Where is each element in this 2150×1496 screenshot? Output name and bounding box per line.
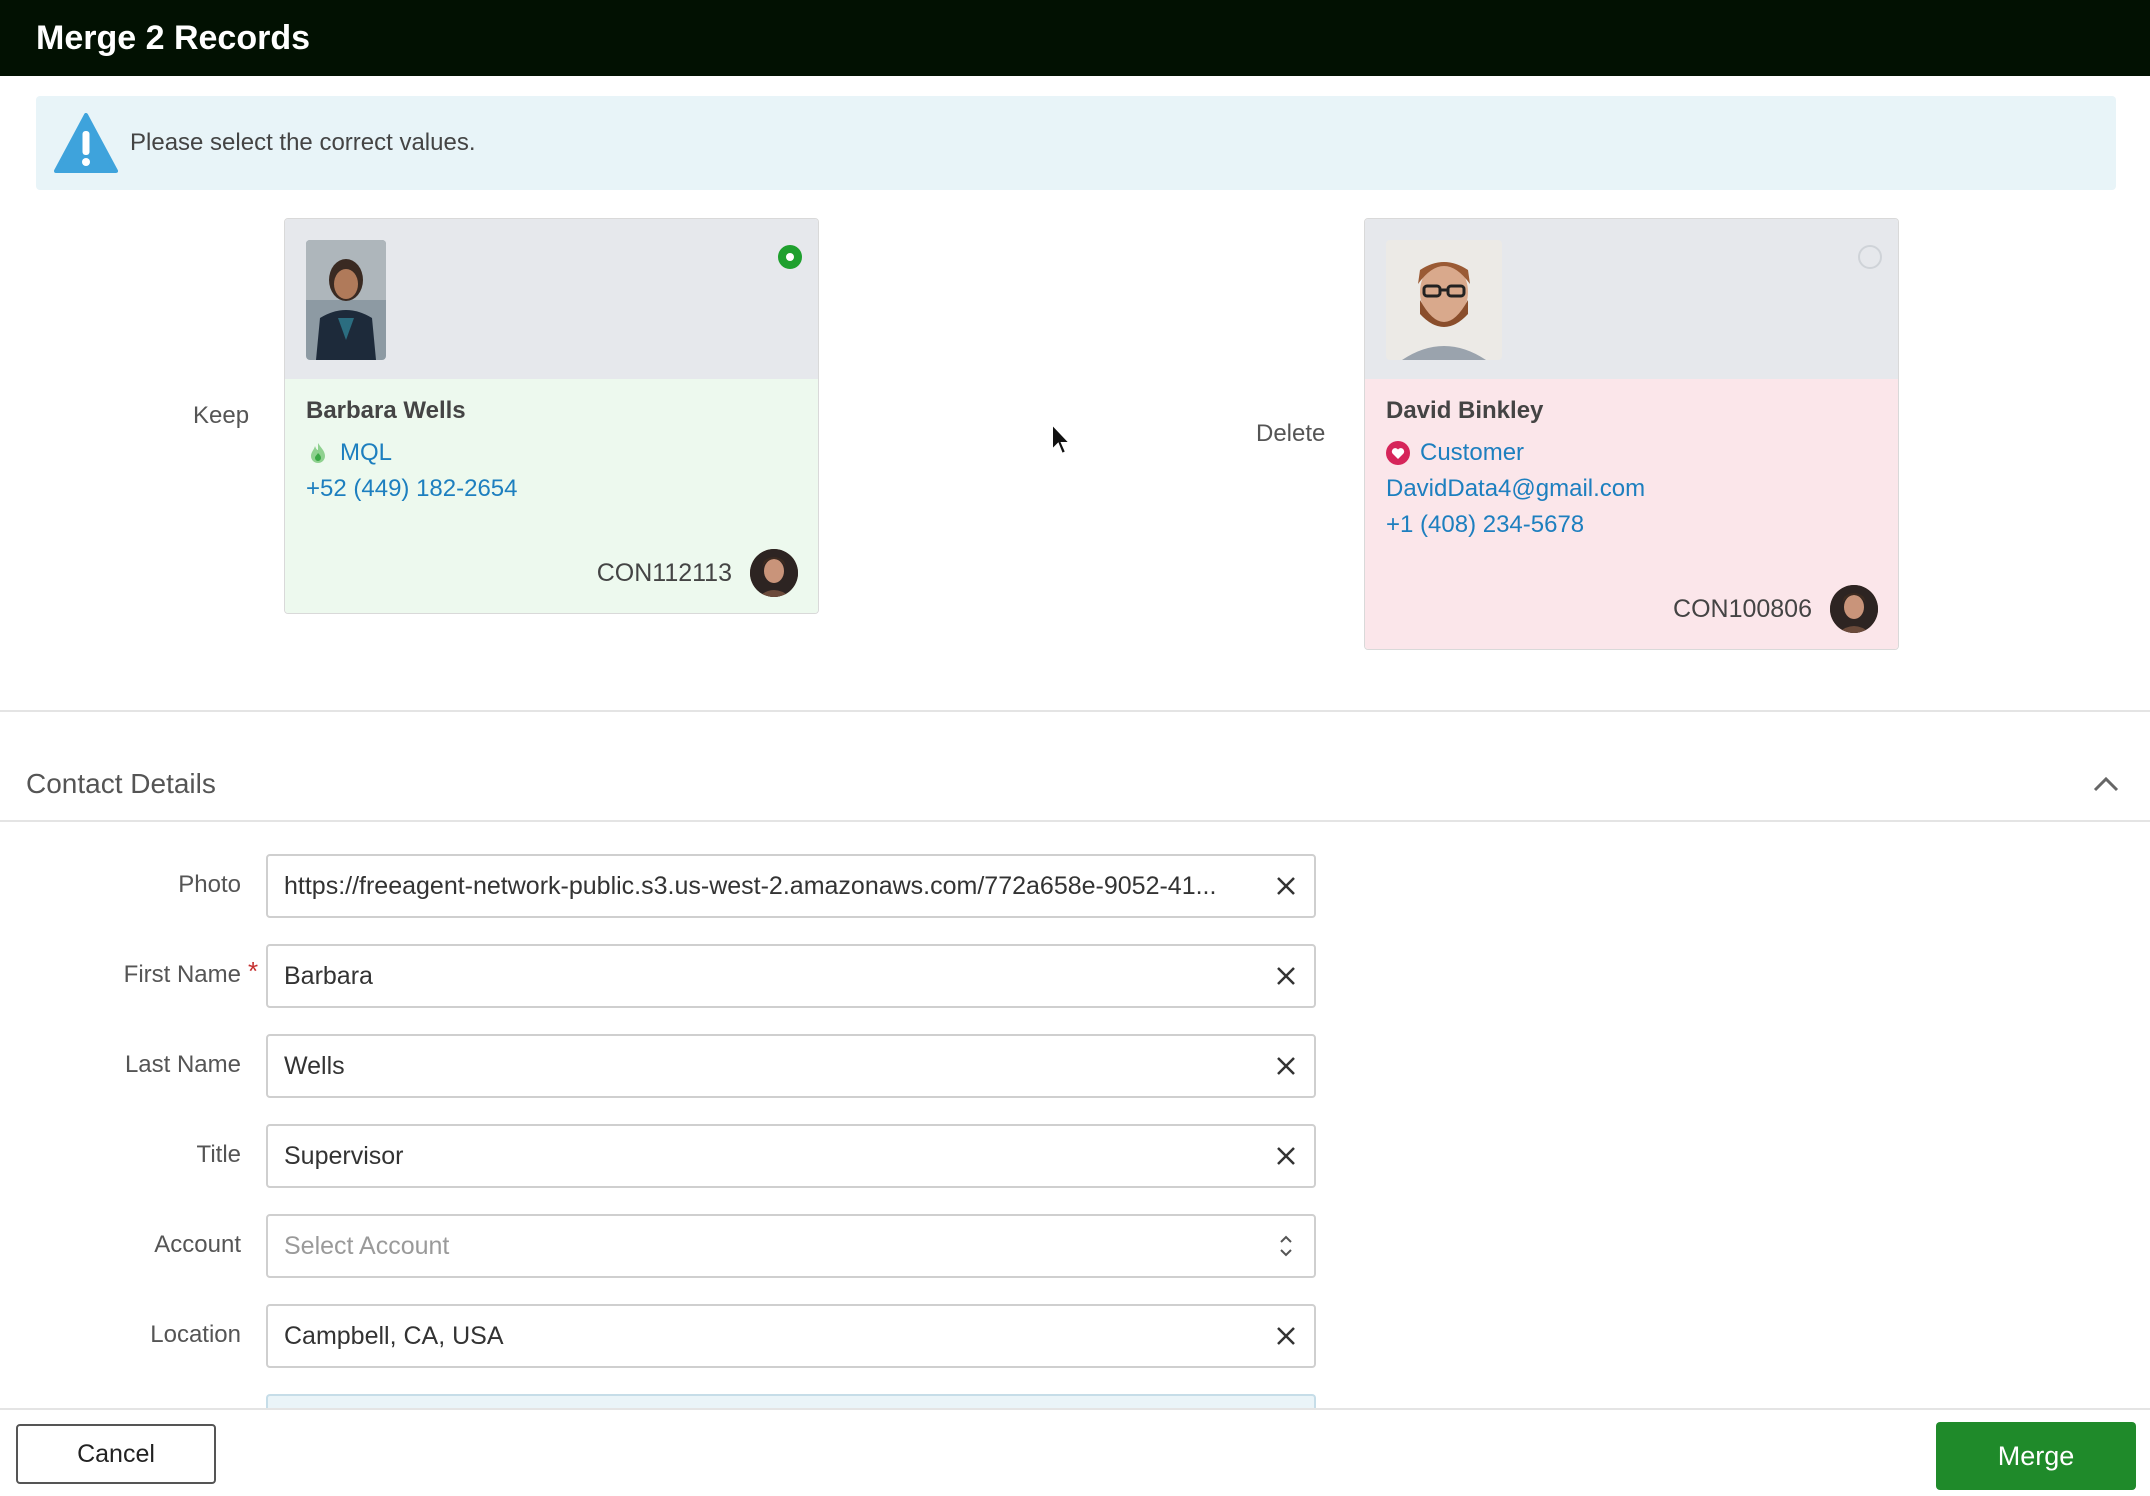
account-select[interactable]: Select Account: [266, 1214, 1316, 1278]
account-placeholder[interactable]: Select Account: [284, 1232, 1256, 1261]
location-value[interactable]: Campbell, CA, USA: [284, 1322, 1254, 1351]
title-value[interactable]: Supervisor: [284, 1142, 1254, 1171]
location-field[interactable]: Campbell, CA, USA: [266, 1304, 1316, 1368]
keep-label: Keep: [193, 402, 250, 429]
cancel-button[interactable]: Cancel: [16, 1424, 216, 1484]
dialog-footer: Cancel Merge: [0, 1408, 2150, 1496]
card-header: [1365, 219, 1898, 379]
contact-photo: [306, 240, 386, 360]
photo-field[interactable]: https://freeagent-network-public.s3.us-w…: [266, 854, 1316, 918]
clear-icon[interactable]: [1274, 1144, 1298, 1168]
warning-icon: [54, 113, 118, 173]
card-body: David Binkley Customer DavidData4@gmail.…: [1365, 379, 1898, 649]
card-body: Barbara Wells MQL +52 (449) 182-2654 CON…: [285, 379, 818, 613]
record-ref: CON100806: [1673, 585, 1878, 633]
last-name-label: Last Name: [124, 1051, 241, 1078]
delete-radio[interactable]: [1858, 245, 1882, 269]
dialog-title: Merge 2 Records: [36, 18, 310, 57]
contact-name: David Binkley: [1386, 397, 1544, 424]
record-id: CON112113: [596, 558, 732, 587]
record-id: CON100806: [1673, 594, 1812, 623]
delete-record-card[interactable]: David Binkley Customer DavidData4@gmail.…: [1364, 218, 1899, 650]
alert-message: Please select the correct values.: [130, 129, 476, 156]
owner-avatar: [750, 549, 798, 597]
chevron-up-icon[interactable]: [2092, 774, 2120, 794]
first-name-value[interactable]: Barbara: [284, 962, 1254, 991]
first-name-field[interactable]: Barbara: [266, 944, 1316, 1008]
record-ref: CON112113: [597, 549, 798, 597]
info-alert: Please select the correct values.: [36, 96, 2116, 190]
title-bar: Merge 2 Records: [0, 0, 2150, 76]
photo-value[interactable]: https://freeagent-network-public.s3.us-w…: [284, 872, 1254, 901]
delete-label: Delete: [1256, 420, 1326, 447]
status-text[interactable]: Customer: [1420, 439, 1524, 467]
contact-photo: [1386, 240, 1502, 360]
section-header-divider: [0, 820, 2150, 822]
phone-link[interactable]: +52 (449) 182-2654: [306, 471, 797, 507]
status-text[interactable]: MQL: [340, 439, 392, 467]
card-header: [285, 219, 818, 379]
contact-name: Barbara Wells: [306, 397, 466, 424]
owner-avatar: [1830, 585, 1878, 633]
clear-icon[interactable]: [1274, 1054, 1298, 1078]
section-title: Contact Details: [26, 768, 216, 799]
phone-link[interactable]: +1 (408) 234-5678: [1386, 507, 1877, 543]
status-line: Customer: [1386, 435, 1877, 471]
last-name-field[interactable]: Wells: [266, 1034, 1316, 1098]
title-label: Title: [196, 1141, 241, 1168]
customer-heart-icon: [1386, 441, 1410, 465]
keep-radio[interactable]: [778, 245, 802, 269]
status-line: MQL: [306, 435, 797, 471]
clear-icon[interactable]: [1274, 964, 1298, 988]
required-marker: *: [248, 956, 259, 986]
title-field[interactable]: Supervisor: [266, 1124, 1316, 1188]
select-arrows-icon[interactable]: [1276, 1231, 1296, 1261]
first-name-label: First Name: [123, 961, 241, 988]
mouse-pointer-icon: [1051, 422, 1073, 456]
merge-button[interactable]: Merge: [1936, 1422, 2136, 1490]
email-link[interactable]: DavidData4@gmail.com: [1386, 471, 1877, 507]
mql-flame-icon: [311, 443, 325, 463]
clear-icon[interactable]: [1274, 1324, 1298, 1348]
photo-label: Photo: [178, 871, 241, 898]
keep-record-card[interactable]: Barbara Wells MQL +52 (449) 182-2654 CON…: [284, 218, 819, 614]
location-label: Location: [150, 1321, 241, 1348]
account-label: Account: [154, 1231, 241, 1258]
next-field-partial: [266, 1394, 1316, 1408]
clear-icon[interactable]: [1274, 874, 1298, 898]
last-name-value[interactable]: Wells: [284, 1052, 1254, 1081]
section-divider: [0, 710, 2150, 712]
